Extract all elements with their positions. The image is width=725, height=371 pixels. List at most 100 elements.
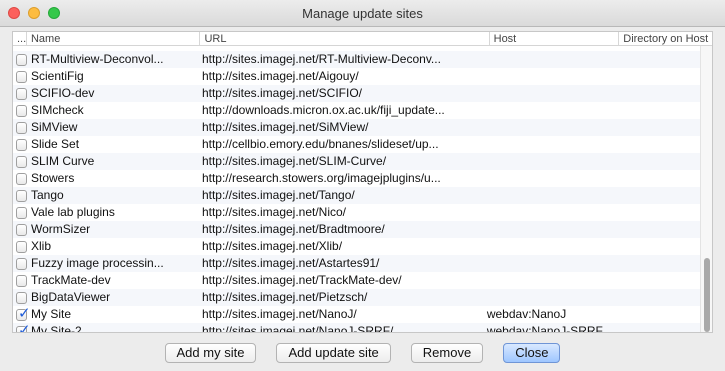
directory-column-header[interactable]: Directory on Host <box>619 32 712 45</box>
table-row[interactable]: SIMcheck http://downloads.micron.ox.ac.u… <box>13 102 702 119</box>
dialog-buttons: Add my site Add update site Remove Close <box>0 343 725 363</box>
remove-button[interactable]: Remove <box>410 343 484 363</box>
site-url[interactable]: http://sites.imagej.net/RT-Multiview-Dec… <box>198 51 483 68</box>
site-enabled-checkbox[interactable] <box>16 257 27 270</box>
site-url[interactable]: http://sites.imagej.net/Pietzsch/ <box>198 289 483 306</box>
site-name[interactable]: BigDataViewer <box>27 289 198 306</box>
site-enabled-checkbox[interactable] <box>16 172 27 185</box>
manage-update-sites-window: Manage update sites ... Name URL Host Di… <box>0 0 725 371</box>
site-name[interactable]: Vale lab plugins <box>27 204 198 221</box>
site-name[interactable]: SiMView <box>27 119 198 136</box>
checkbox-column-header[interactable]: ... <box>13 32 27 45</box>
checkbox-cell <box>13 87 27 100</box>
site-name[interactable]: TrackMate-dev <box>27 272 198 289</box>
table-row[interactable]: Slide Set http://cellbio.emory.edu/bnane… <box>13 136 702 153</box>
site-enabled-checkbox[interactable] <box>16 138 27 151</box>
site-enabled-checkbox[interactable] <box>16 87 27 100</box>
site-enabled-checkbox[interactable] <box>16 322 31 332</box>
url-column-header[interactable]: URL <box>200 32 490 45</box>
site-enabled-checkbox[interactable] <box>16 104 27 117</box>
table-row[interactable]: RT-Multiview-Deconvol... http://sites.im… <box>13 51 702 68</box>
site-url[interactable]: http://sites.imagej.net/Astartes91/ <box>198 255 483 272</box>
site-name[interactable]: My Site <box>27 306 198 323</box>
table-row[interactable]: Stowers http://research.stowers.org/imag… <box>13 170 702 187</box>
host-column-header[interactable]: Host <box>490 32 620 45</box>
site-name[interactable]: Xlib <box>27 238 198 255</box>
scrollbar-thumb[interactable] <box>704 258 710 332</box>
table-row[interactable]: TrackMate-dev http://sites.imagej.net/Tr… <box>13 272 702 289</box>
site-enabled-checkbox[interactable] <box>16 155 27 168</box>
site-name[interactable]: Slide Set <box>27 136 198 153</box>
table-row[interactable]: BigDataViewer http://sites.imagej.net/Pi… <box>13 289 702 306</box>
checkbox-cell <box>13 138 27 151</box>
table-row[interactable]: SiMView http://sites.imagej.net/SiMView/ <box>13 119 702 136</box>
site-enabled-checkbox[interactable] <box>16 70 27 83</box>
checkbox-cell <box>13 257 27 270</box>
table-row[interactable]: SLIM Curve http://sites.imagej.net/SLIM-… <box>13 153 702 170</box>
checkbox-cell <box>13 172 27 185</box>
table-row[interactable]: My Site http://sites.imagej.net/NanoJ/ w… <box>13 305 702 323</box>
site-host[interactable]: webdav:NanoJ-SRRF <box>483 323 611 332</box>
close-button[interactable]: Close <box>503 343 561 363</box>
site-name[interactable]: SLIM Curve <box>27 153 198 170</box>
site-name[interactable]: Tango <box>27 187 198 204</box>
site-enabled-checkbox[interactable] <box>16 189 27 202</box>
table-row[interactable]: WormSizer http://sites.imagej.net/Bradtm… <box>13 221 702 238</box>
site-name[interactable]: RT-Multiview-Deconvol... <box>27 51 198 68</box>
site-url[interactable]: http://sites.imagej.net/SiMView/ <box>198 119 483 136</box>
add-update-site-button[interactable]: Add update site <box>276 343 391 363</box>
site-url[interactable]: http://sites.imagej.net/Bradtmoore/ <box>198 221 483 238</box>
update-sites-table: ... Name URL Host Directory on Host ....… <box>12 31 713 333</box>
site-name[interactable]: SIMcheck <box>27 102 198 119</box>
checkbox-cell <box>13 274 27 287</box>
checkbox-cell <box>13 240 27 253</box>
site-url[interactable]: http://sites.imagej.net/Aigouy/ <box>198 68 483 85</box>
site-host[interactable]: webdav:NanoJ <box>483 306 611 323</box>
site-name[interactable]: Fuzzy image processin... <box>27 255 198 272</box>
table-row[interactable]: Tango http://sites.imagej.net/Tango/ <box>13 187 702 204</box>
close-window-icon[interactable] <box>8 7 20 19</box>
vertical-scrollbar[interactable] <box>700 46 712 332</box>
site-url[interactable]: http://sites.imagej.net/Nico/ <box>198 204 483 221</box>
site-enabled-checkbox[interactable] <box>16 274 27 287</box>
site-name[interactable]: SCIFIO-dev <box>27 85 198 102</box>
table-row[interactable]: Fuzzy image processin... http://sites.im… <box>13 255 702 272</box>
site-url[interactable]: http://downloads.micron.ox.ac.uk/fiji_up… <box>198 102 483 119</box>
site-enabled-checkbox[interactable] <box>16 223 27 236</box>
table-row[interactable]: SCIFIO-dev http://sites.imagej.net/SCIFI… <box>13 85 702 102</box>
checkbox-cell <box>13 104 27 117</box>
window-title: Manage update sites <box>302 6 423 21</box>
site-name[interactable]: My Site-2 <box>27 323 198 332</box>
site-url[interactable]: http://research.stowers.org/imagejplugin… <box>198 170 483 187</box>
site-url[interactable]: http://sites.imagej.net/NanoJ-SRRF/ <box>198 323 483 332</box>
checkbox-cell <box>13 305 31 322</box>
site-name[interactable]: WormSizer <box>27 221 198 238</box>
table-row[interactable]: Xlib http://sites.imagej.net/Xlib/ <box>13 238 702 255</box>
site-name[interactable]: Stowers <box>27 170 198 187</box>
site-enabled-checkbox[interactable] <box>16 121 27 134</box>
site-url[interactable]: http://sites.imagej.net/NanoJ/ <box>198 306 483 323</box>
checkbox-cell <box>13 223 27 236</box>
site-url[interactable]: http://cellbio.emory.edu/bnanes/slideset… <box>198 136 483 153</box>
site-url[interactable]: http://sites.imagej.net/Tango/ <box>198 187 483 204</box>
site-enabled-checkbox[interactable] <box>16 206 27 219</box>
site-enabled-checkbox[interactable] <box>16 53 27 66</box>
checkbox-cell <box>13 70 27 83</box>
checkbox-cell <box>13 155 27 168</box>
name-column-header[interactable]: Name <box>27 32 201 45</box>
table-row[interactable]: My Site-2 http://sites.imagej.net/NanoJ-… <box>13 322 702 332</box>
site-name[interactable]: ScientiFig <box>27 68 198 85</box>
site-url[interactable]: http://sites.imagej.net/Xlib/ <box>198 238 483 255</box>
minimize-window-icon[interactable] <box>28 7 40 19</box>
checkbox-cell <box>13 53 27 66</box>
table-row[interactable]: ScientiFig http://sites.imagej.net/Aigou… <box>13 68 702 85</box>
site-url[interactable]: http://sites.imagej.net/SCIFIO/ <box>198 85 483 102</box>
maximize-window-icon[interactable] <box>48 7 60 19</box>
site-url[interactable]: http://sites.imagej.net/SLIM-Curve/ <box>198 153 483 170</box>
add-my-site-button[interactable]: Add my site <box>164 343 257 363</box>
site-enabled-checkbox[interactable] <box>16 291 27 304</box>
site-enabled-checkbox[interactable] <box>16 305 31 322</box>
table-row[interactable]: Vale lab plugins http://sites.imagej.net… <box>13 204 702 221</box>
site-enabled-checkbox[interactable] <box>16 240 27 253</box>
site-url[interactable]: http://sites.imagej.net/TrackMate-dev/ <box>198 272 483 289</box>
